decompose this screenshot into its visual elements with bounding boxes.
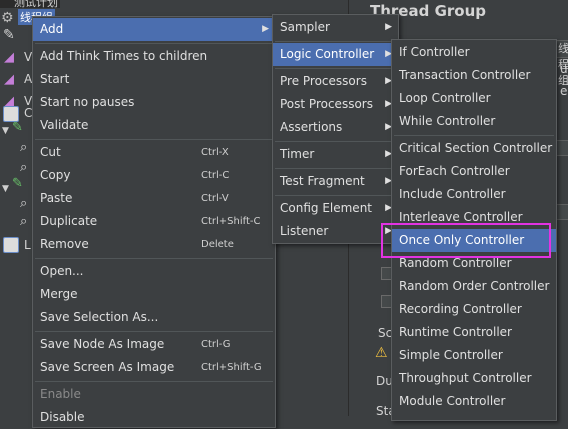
- menu-item-throughput-controller[interactable]: Throughput Controller: [392, 367, 556, 390]
- menu-item-copy[interactable]: Copy Ctrl-C: [33, 164, 275, 187]
- menu-item-runtime-controller[interactable]: Runtime Controller: [392, 321, 556, 344]
- pipette-icon: ✎: [12, 176, 23, 191]
- warning-icon: ⚠: [375, 345, 388, 361]
- menu-item-critical-section-controller[interactable]: Critical Section Controller: [392, 137, 556, 160]
- menu-item-start-no-pauses[interactable]: Start no pauses: [33, 91, 275, 114]
- menu-item-timer[interactable]: Timer ▶: [273, 143, 398, 166]
- menu-item-pre-processors[interactable]: Pre Processors ▶: [273, 70, 398, 93]
- submenu-arrow-icon: ▶: [385, 22, 392, 32]
- shortcut-label: Ctrl-C: [201, 170, 230, 181]
- menu-item-add[interactable]: Add ▶: [33, 18, 275, 41]
- add-submenu: Sampler ▶ Logic Controller ▶ Pre Processor…: [272, 14, 399, 244]
- menu-separator: [275, 68, 396, 69]
- shortcut-label: Ctrl-G: [201, 339, 231, 350]
- menu-item-recording-controller[interactable]: Recording Controller: [392, 298, 556, 321]
- menu-separator: [35, 331, 273, 332]
- submenu-arrow-icon: ▶: [262, 24, 269, 34]
- shortcut-label: Ctrl+Shift-C: [201, 216, 261, 227]
- menu-item-simple-controller[interactable]: Simple Controller: [392, 344, 556, 367]
- menu-item-loop-controller[interactable]: Loop Controller: [392, 87, 556, 110]
- menu-item-config-element[interactable]: Config Element ▶: [273, 197, 398, 220]
- menu-separator: [35, 258, 273, 259]
- menu-item-open[interactable]: Open...: [33, 260, 275, 283]
- tree-item-label-v[interactable]: V: [24, 50, 32, 64]
- menu-separator: [275, 41, 396, 42]
- shortcut-label: Ctrl-X: [201, 147, 229, 158]
- menu-separator: [275, 195, 396, 196]
- magnifier-icon: ⌕: [20, 214, 28, 229]
- menu-separator: [35, 139, 273, 140]
- menu-item-transaction-controller[interactable]: Transaction Controller: [392, 64, 556, 87]
- menu-separator: [35, 381, 273, 382]
- menu-item-merge[interactable]: Merge: [33, 283, 275, 306]
- menu-item-disable[interactable]: Disable: [33, 406, 275, 429]
- shortcut-label: Ctrl-V: [201, 193, 229, 204]
- menu-item-sampler[interactable]: Sampler ▶: [273, 16, 398, 39]
- context-menu: Add ▶ Add Think Times to children Start S…: [32, 16, 276, 428]
- gear-icon: ⚙: [1, 10, 14, 26]
- field-label-u: u: [560, 62, 568, 76]
- menu-item-add-think-times[interactable]: Add Think Times to children: [33, 45, 275, 68]
- menu-item-enable[interactable]: Enable: [33, 383, 275, 406]
- menu-item-assertions[interactable]: Assertions ▶: [273, 116, 398, 139]
- menu-item-duplicate[interactable]: Duplicate Ctrl+Shift-C: [33, 210, 275, 233]
- menu-item-listener[interactable]: Listener ▶: [273, 220, 398, 243]
- wrench-icon: ✎: [3, 27, 15, 43]
- menu-item-remove[interactable]: Remove Delete: [33, 233, 275, 256]
- config-icon: [3, 237, 19, 253]
- menu-item-while-controller[interactable]: While Controller: [392, 110, 556, 133]
- expand-arrow-icon[interactable]: ▼: [2, 126, 9, 136]
- menu-item-start[interactable]: Start: [33, 68, 275, 91]
- shortcut-label: Delete: [201, 239, 234, 250]
- menu-item-module-controller[interactable]: Module Controller: [392, 390, 556, 413]
- magnifier-icon: ⌕: [20, 140, 28, 155]
- menu-item-save-node-as-image[interactable]: Save Node As Image Ctrl-G: [33, 333, 275, 356]
- menu-separator: [35, 43, 273, 44]
- menu-separator: [394, 135, 554, 136]
- menu-item-save-screen-as-image[interactable]: Save Screen As Image Ctrl+Shift-G: [33, 356, 275, 379]
- menu-item-test-fragment[interactable]: Test Fragment ▶: [273, 170, 398, 193]
- menu-item-logic-controller[interactable]: Logic Controller ▶: [273, 43, 398, 66]
- magnifier-icon: ⌕: [20, 160, 28, 175]
- shortcut-label: Ctrl+Shift-G: [201, 362, 262, 373]
- menu-item-paste[interactable]: Paste Ctrl-V: [33, 187, 275, 210]
- menu-item-random-order-controller[interactable]: Random Order Controller: [392, 275, 556, 298]
- tree-item-label-a[interactable]: A: [24, 72, 32, 86]
- pipette-icon: ✎: [12, 120, 23, 135]
- menu-item-validate[interactable]: Validate: [33, 114, 275, 137]
- chart-icon: ◢: [4, 72, 14, 87]
- menu-item-include-controller[interactable]: Include Controller: [392, 183, 556, 206]
- tree-item-label-l[interactable]: L: [24, 238, 31, 252]
- menu-item-save-selection-as[interactable]: Save Selection As...: [33, 306, 275, 329]
- expand-arrow-icon[interactable]: ▼: [2, 184, 9, 194]
- menu-separator: [275, 141, 396, 142]
- chart-icon: ◢: [4, 50, 14, 65]
- annotation-highlight-box: [381, 223, 551, 258]
- menu-item-post-processors[interactable]: Post Processors ▶: [273, 93, 398, 116]
- menu-item-if-controller[interactable]: If Controller: [392, 41, 556, 64]
- menu-separator: [275, 168, 396, 169]
- menu-item-cut[interactable]: Cut Ctrl-X: [33, 141, 275, 164]
- magnifier-icon: ⌕: [20, 196, 28, 211]
- menu-item-foreach-controller[interactable]: ForEach Controller: [392, 160, 556, 183]
- field-label-e: e: [560, 84, 568, 98]
